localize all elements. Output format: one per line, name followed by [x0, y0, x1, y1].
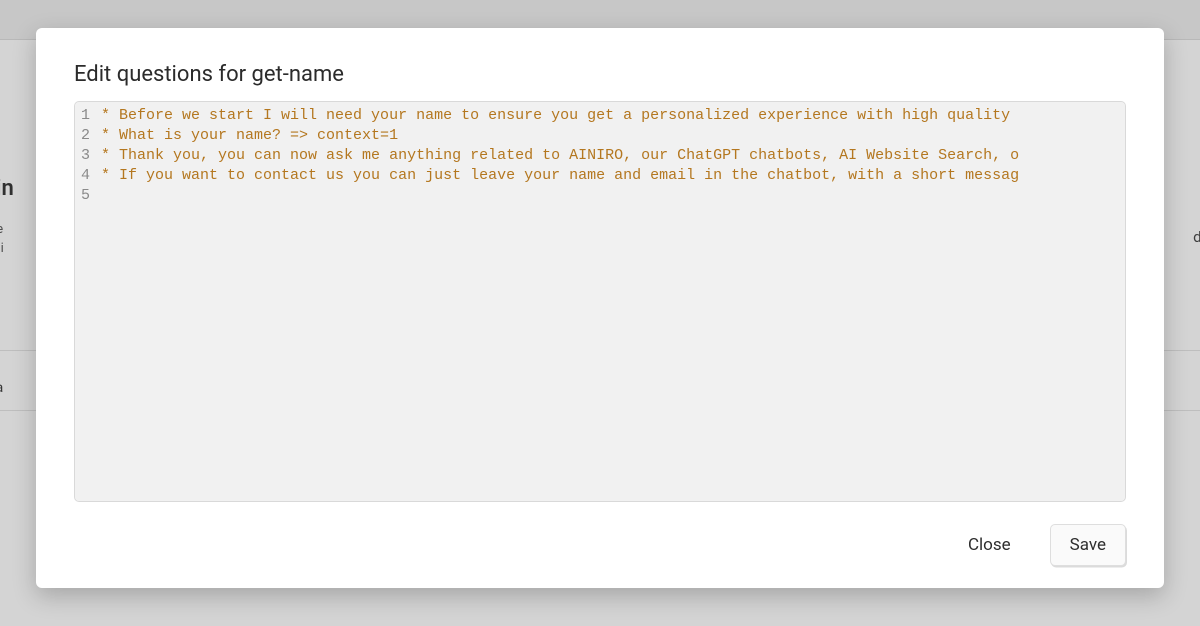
editor-line[interactable]: * Thank you, you can now ask me anything… [101, 146, 1119, 166]
edit-questions-modal: Edit questions for get-name 12345 * Befo… [36, 28, 1164, 588]
editor-line[interactable]: * Before we start I will need your name … [101, 106, 1119, 126]
editor-line[interactable]: * If you want to contact us you can just… [101, 166, 1119, 186]
editor-line-number: 1 [81, 106, 90, 126]
editor-gutter: 12345 [75, 102, 98, 501]
editor-line-number: 4 [81, 166, 90, 186]
close-button[interactable]: Close [949, 525, 1030, 565]
editor-line-number: 3 [81, 146, 90, 166]
code-editor[interactable]: * Before we start I will need your name … [98, 102, 1125, 501]
modal-footer: Close Save [74, 502, 1126, 566]
editor-line-number: 2 [81, 126, 90, 146]
editor-container[interactable]: 12345 * Before we start I will need your… [74, 101, 1126, 502]
modal-title: Edit questions for get-name [74, 62, 1126, 87]
save-button[interactable]: Save [1050, 524, 1126, 566]
editor-line[interactable] [101, 186, 1119, 206]
editor-line[interactable]: * What is your name? => context=1 [101, 126, 1119, 146]
editor-line-number: 5 [81, 186, 90, 206]
